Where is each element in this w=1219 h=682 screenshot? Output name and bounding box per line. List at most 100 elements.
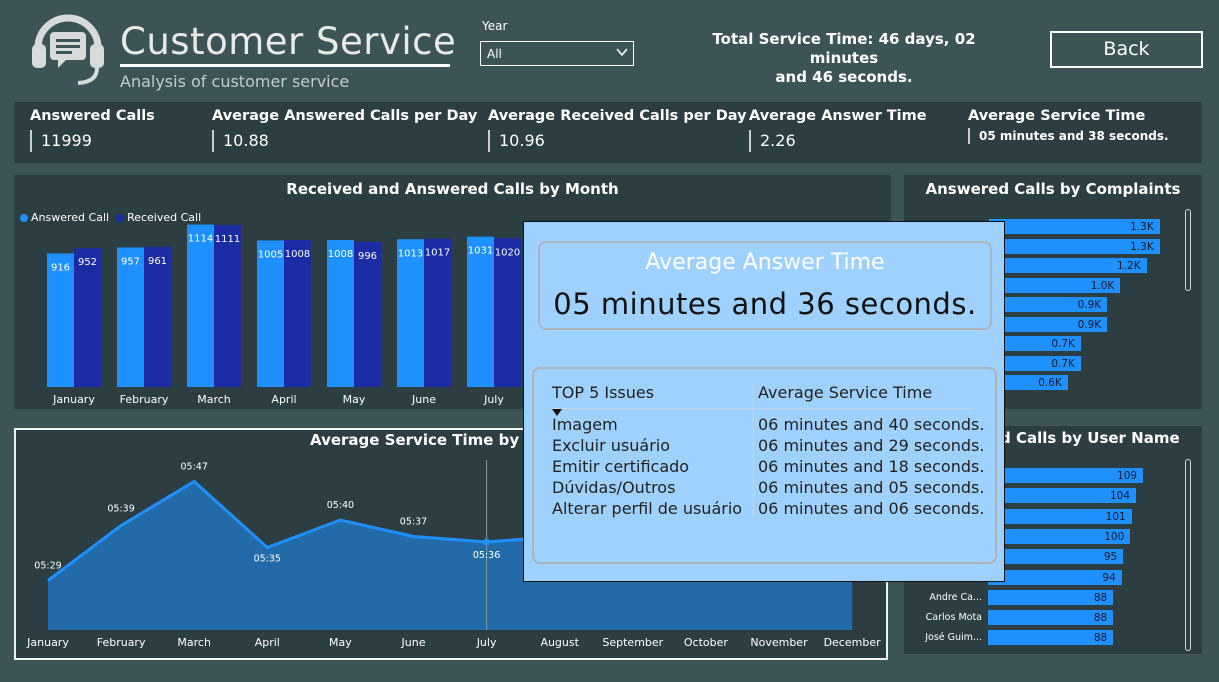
bar: 104 (988, 488, 1136, 504)
year-filter-dropdown[interactable]: All (480, 41, 634, 66)
kpi-avg-answer-time: Average Answer Time 2.26 (749, 108, 927, 152)
panel-title: d Calls by User Name (1000, 429, 1180, 447)
kpi-value: 10.96 (488, 130, 747, 152)
tooltip-title: Average Answer Time (645, 250, 885, 275)
bar-received (74, 248, 101, 387)
data-label: 1017 (425, 248, 450, 259)
title-underline (120, 64, 450, 67)
bar-answered (327, 240, 354, 387)
category-label: Andre Ca... (929, 591, 982, 603)
year-filter-label: Year (482, 19, 508, 33)
data-label: 961 (148, 256, 167, 267)
bar-answered (397, 239, 424, 387)
x-tick-label: July (476, 636, 497, 649)
kpi-value: 10.88 (212, 130, 477, 152)
kpi-value: 2.26 (749, 130, 927, 152)
bar: 0.9K (989, 316, 1108, 332)
chevron-down-icon (615, 45, 629, 62)
issue-cell: Excluir usuário (552, 436, 671, 455)
bar-answered (467, 236, 494, 387)
data-label: 1008 (328, 249, 353, 260)
data-label: 1114 (188, 234, 213, 245)
kpi-value: 11999 (30, 130, 155, 152)
data-label: 1.2K (1117, 260, 1141, 272)
x-tick-label: June (411, 393, 436, 406)
bar-received (284, 240, 311, 387)
tooltip-value: 05 minutes and 36 seconds. (553, 287, 977, 321)
bar-received (424, 238, 451, 387)
panel-title: Answered Calls by Complaints (925, 180, 1181, 198)
time-cell: 06 minutes and 05 seconds. (758, 478, 985, 497)
data-label: 1031 (468, 246, 493, 257)
page-subtitle: Analysis of customer service (120, 72, 350, 91)
issue-cell: Dúvidas/Outros (552, 478, 676, 497)
x-tick-label: September (602, 636, 663, 649)
total-service-time: Total Service Time: 46 days, 02 minutes … (680, 30, 1008, 87)
kpi-value: 05 minutes and 38 seconds. (968, 128, 1169, 144)
data-label: 94 (1102, 571, 1116, 584)
divider (552, 408, 972, 409)
x-tick-label: January (52, 393, 95, 406)
hover-point (483, 538, 491, 546)
data-label: 0.7K (1051, 357, 1075, 370)
bar: 88 (988, 630, 1114, 646)
data-label: 05:40 (327, 500, 354, 511)
bar-row: Andre Ca... 88 (904, 589, 1202, 606)
col-header-time: Average Service Time (758, 383, 933, 402)
x-tick-label: May (329, 636, 352, 649)
bar-row: José Guim... 88 (904, 630, 1202, 646)
bar: 95 (988, 549, 1124, 565)
kpi-avg-service-time: Average Service Time 05 minutes and 38 s… (968, 108, 1169, 144)
x-tick-label: July (483, 393, 504, 406)
data-label: 1008 (285, 249, 310, 260)
bar: 88 (988, 610, 1114, 626)
x-tick-label: March (177, 636, 211, 649)
scrollbar[interactable] (1185, 459, 1191, 651)
data-label: 88 (1093, 612, 1108, 625)
bar-answered (117, 247, 144, 387)
year-filter-value: All (487, 47, 502, 61)
bar-answered (47, 253, 74, 387)
data-label: 0.9K (1077, 299, 1102, 311)
data-label: 05:47 (181, 462, 208, 473)
data-label: 109 (1117, 470, 1138, 482)
data-label: 88 (1093, 591, 1108, 604)
kpi-answered-calls: Answered Calls 11999 (30, 108, 155, 152)
data-label: 05:36 (473, 550, 500, 561)
kpi-band: Answered Calls 11999 Average Answered Ca… (14, 102, 1202, 163)
bar: 0.9K (989, 297, 1108, 312)
data-label: 101 (1105, 510, 1126, 523)
data-label: 1.3K (1130, 240, 1154, 253)
data-label: 100 (1104, 530, 1125, 543)
time-cell: 06 minutes and 29 seconds. (758, 436, 985, 455)
data-label: 916 (51, 262, 70, 273)
page-title: Customer Service (120, 20, 457, 63)
issue-cell: Emitir certificado (552, 457, 690, 476)
x-tick-label: October (684, 636, 728, 649)
bar: 100 (988, 528, 1131, 544)
divider (753, 383, 754, 518)
category-label: José Guim... (925, 632, 982, 644)
x-tick-label: November (750, 636, 808, 649)
data-label: 1.0K (1090, 279, 1115, 292)
data-label: 104 (1109, 490, 1130, 503)
bar-answered (257, 240, 284, 387)
back-button[interactable]: Back (1050, 31, 1203, 68)
data-label: 05:35 (254, 554, 281, 565)
data-label: 0.9K (1077, 318, 1102, 331)
kpi-label: Average Answered Calls per Day (212, 108, 478, 124)
bar: 1.3K (989, 238, 1160, 254)
x-tick-label: May (343, 393, 366, 406)
data-label: 95 (1103, 551, 1118, 564)
bar: 1.3K (989, 219, 1160, 234)
scrollbar[interactable] (1185, 209, 1191, 291)
data-label: 1013 (398, 248, 423, 259)
x-tick-label: January (26, 636, 69, 649)
x-tick-label: April (271, 393, 296, 406)
bar: 88 (988, 589, 1114, 605)
x-tick-label: June (401, 636, 426, 649)
bar-received (354, 241, 381, 387)
data-label: 1005 (258, 249, 283, 260)
time-cell: 06 minutes and 18 seconds. (758, 457, 985, 476)
kpi-avg-received-per-day: Average Received Calls per Day 10.96 (488, 108, 747, 152)
